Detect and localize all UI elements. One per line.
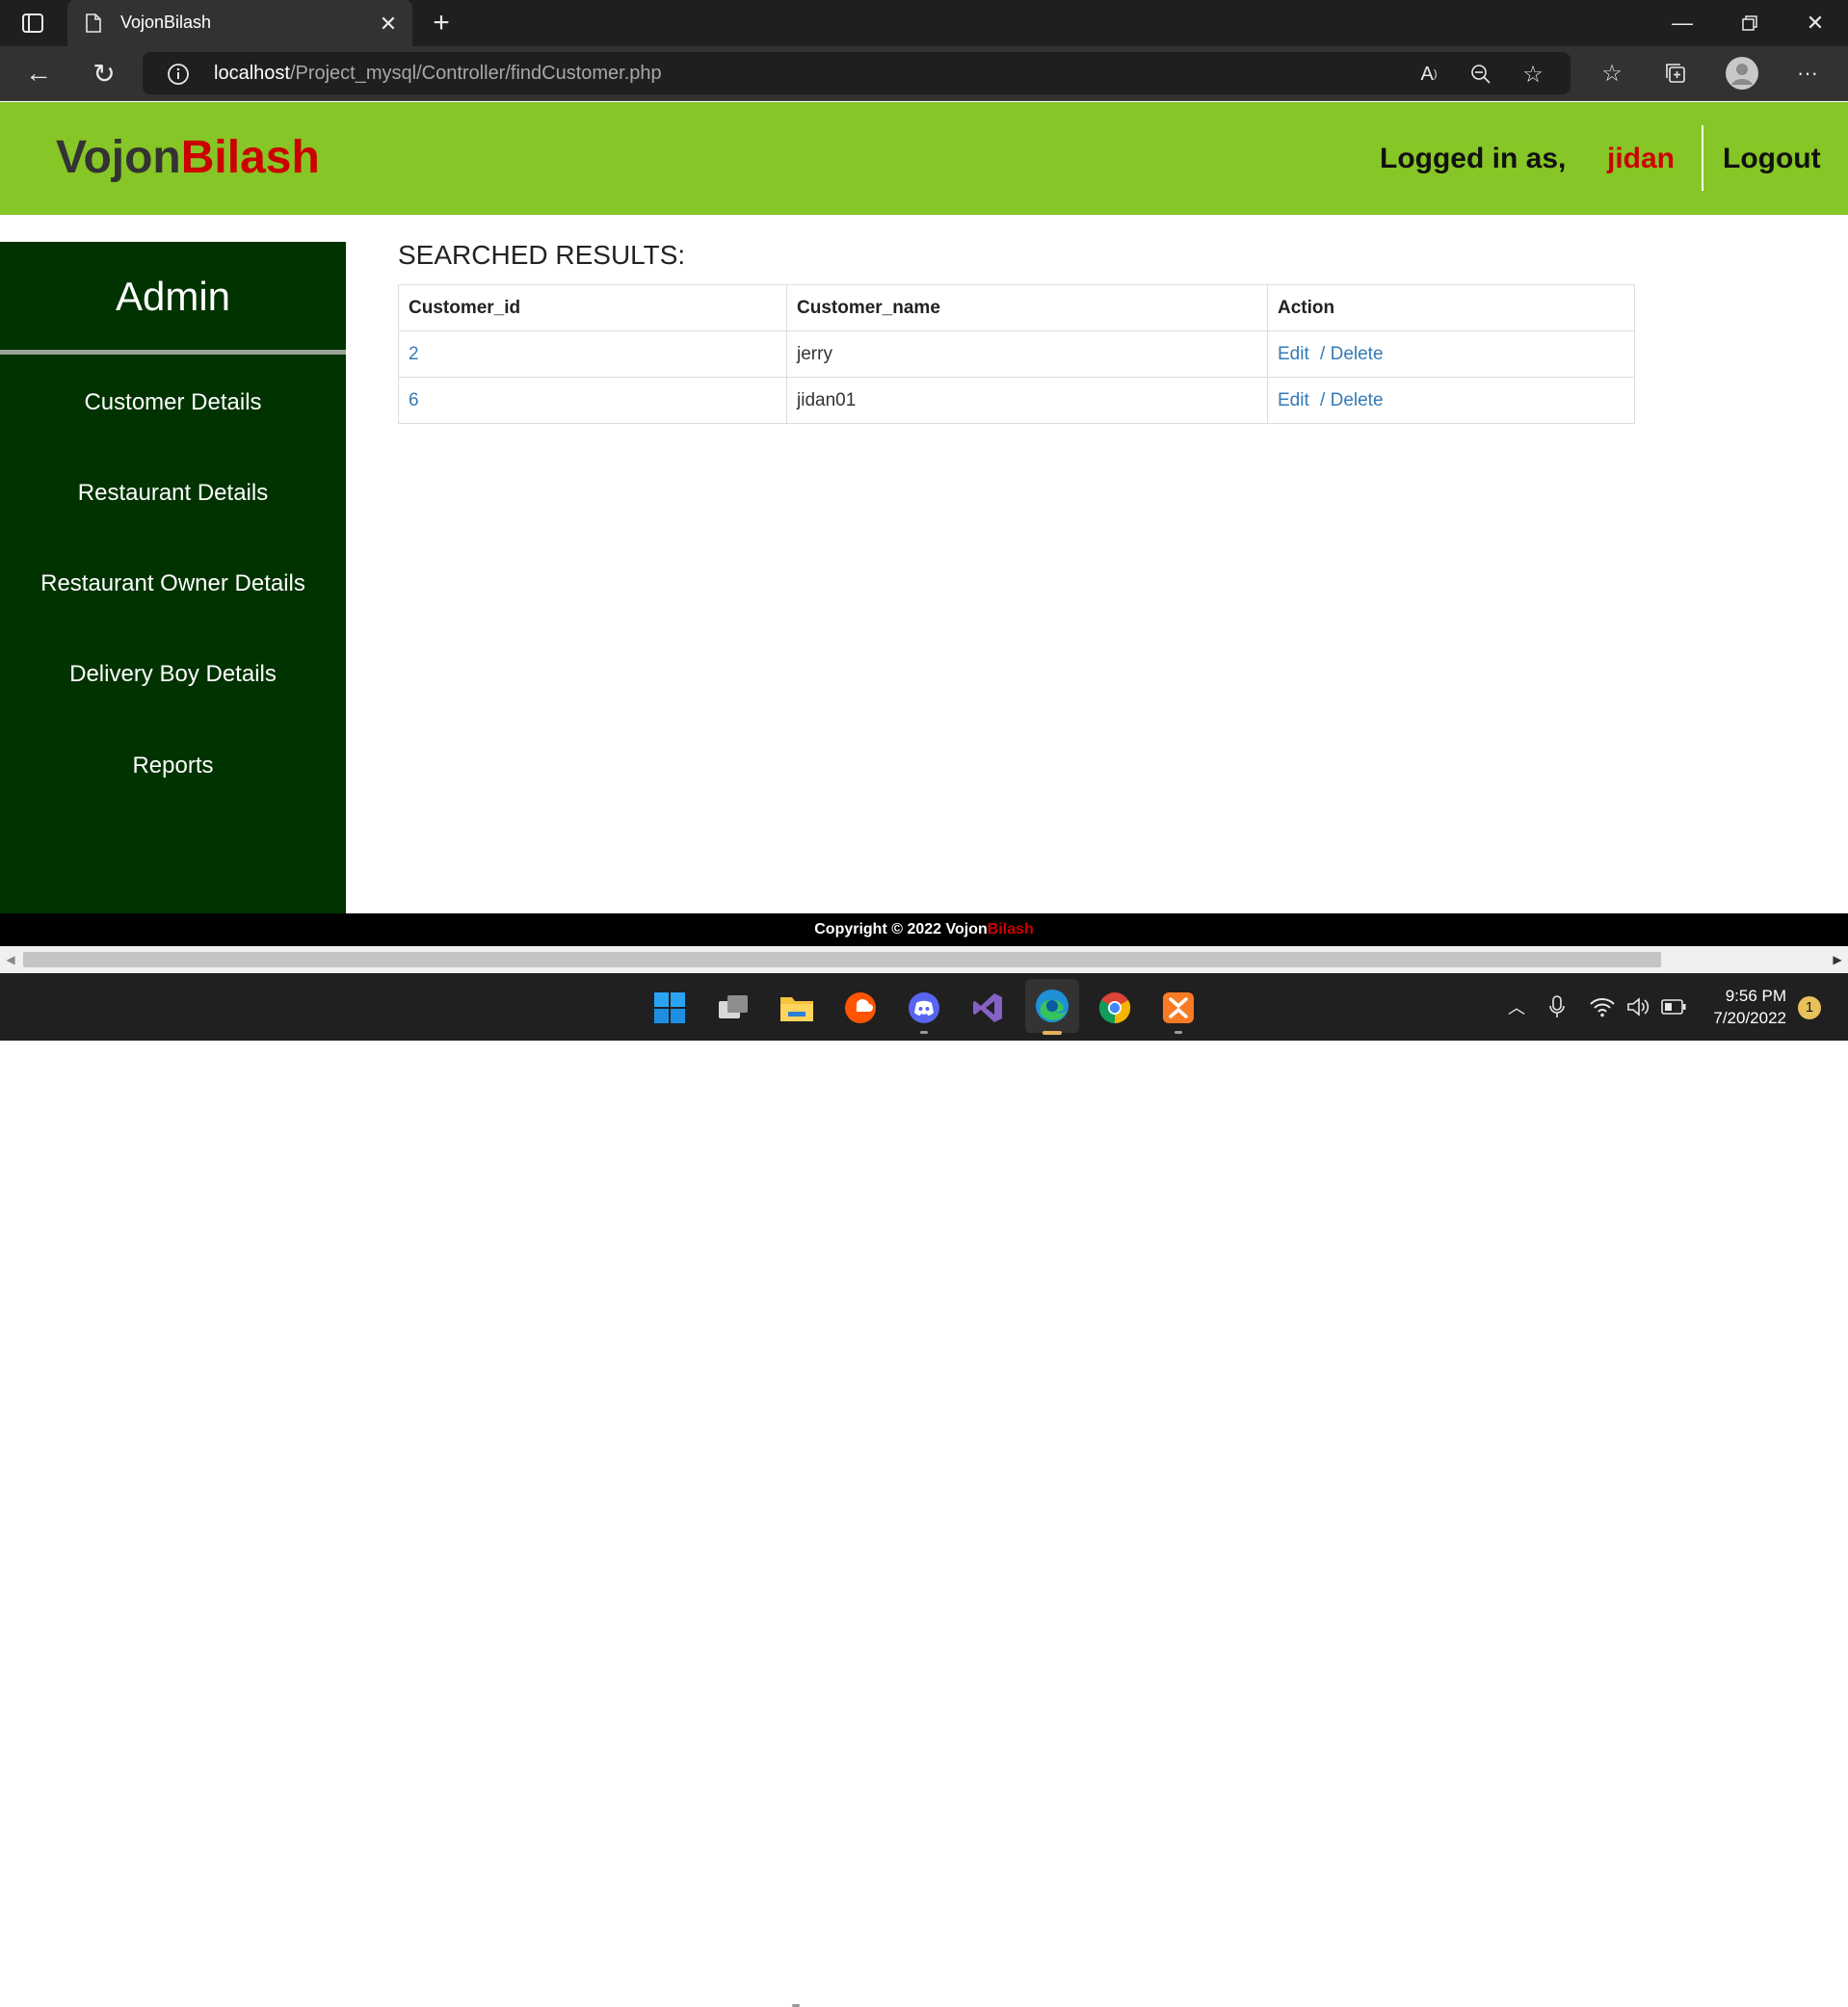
wifi-icon[interactable] <box>1588 992 1617 1021</box>
visual-studio-icon[interactable] <box>969 990 1006 1026</box>
discord-running-indicator <box>920 1031 928 1034</box>
tab-title: VojonBilash <box>120 13 212 32</box>
action-cell: Edit / Delete <box>1267 377 1635 424</box>
sidebar-item-delivery-boy-details[interactable]: Delivery Boy Details <box>0 661 346 688</box>
battery-icon[interactable] <box>1659 992 1688 1021</box>
url-path: /Project_mysql/Controller/findCustomer.p… <box>289 63 662 84</box>
customer-name-cell: jerry <box>786 330 1268 378</box>
sidebar-item-restaurant-owner-details[interactable]: Restaurant Owner Details <box>0 570 346 597</box>
action-cell: Edit / Delete <box>1267 330 1635 378</box>
chrome-icon[interactable] <box>1096 990 1133 1026</box>
column-header-customer-id: Customer_id <box>398 284 787 331</box>
task-view-icon[interactable] <box>715 990 752 1026</box>
windows-taskbar: ︿ 9:56 PM 7/20/2022 1 <box>0 973 1848 2007</box>
url-text[interactable]: localhost/Project_mysql/Controller/findC… <box>214 63 662 85</box>
footer-brand-part2: Bilash <box>987 921 1034 937</box>
back-arrow-icon[interactable]: ← <box>21 58 56 89</box>
results-table: Customer_id Customer_name Action 2 jerry… <box>398 284 1635 424</box>
customer-id-cell: 6 <box>398 377 787 424</box>
action-separator: / <box>1320 389 1326 410</box>
close-tab-icon[interactable]: ✕ <box>376 12 401 37</box>
scroll-left-icon[interactable]: ◀ <box>2 950 19 969</box>
address-bar[interactable]: localhost/Project_mysql/Controller/findC… <box>143 52 1571 94</box>
add-favorite-icon[interactable]: ☆ <box>1518 60 1547 89</box>
table-row: 2 jerry Edit / Delete <box>398 330 1635 378</box>
header-divider <box>1702 125 1703 191</box>
edit-link[interactable]: Edit <box>1278 390 1309 410</box>
copyright-text: Copyright © 2022 VojonBilash <box>0 921 1848 938</box>
scrollbar-thumb[interactable] <box>23 952 1661 967</box>
favorites-icon[interactable]: ☆ <box>1596 58 1628 89</box>
sidebar-item-restaurant-details[interactable]: Restaurant Details <box>0 480 346 507</box>
site-info-icon[interactable] <box>166 62 191 87</box>
customer-name-cell: jidan01 <box>786 377 1268 424</box>
table-header-row: Customer_id Customer_name Action <box>398 284 1635 331</box>
customer-id-cell: 2 <box>398 330 787 378</box>
customer-id-link[interactable]: 6 <box>409 390 419 410</box>
site-footer: Copyright © 2022 VojonBilash <box>0 913 1848 946</box>
admin-sidebar: Admin Customer Details Restaurant Detail… <box>0 242 346 913</box>
action-separator: / <box>1320 343 1326 364</box>
edge-active-indicator <box>1043 1031 1062 1035</box>
logo-part1: Vojon <box>56 132 181 183</box>
table-row: 6 jidan01 Edit / Delete <box>398 377 1635 424</box>
site-header: VojonBilash Logged in as, jidan Logout <box>0 102 1848 215</box>
restore-icon[interactable] <box>1734 8 1765 39</box>
clock[interactable]: 9:56 PM 7/20/2022 <box>1700 985 1786 1029</box>
edge-browser-icon[interactable] <box>1033 987 1071 1025</box>
scroll-right-icon[interactable]: ▶ <box>1829 950 1846 969</box>
refresh-icon[interactable]: ↻ <box>87 58 121 89</box>
collections-icon[interactable] <box>1659 58 1692 89</box>
notification-badge[interactable]: 1 <box>1798 996 1821 1019</box>
site-logo[interactable]: VojonBilash <box>56 131 320 184</box>
show-hidden-icons-icon[interactable]: ︿ <box>1505 994 1528 1019</box>
results-heading: SEARCHED RESULTS: <box>398 240 686 270</box>
page-icon <box>83 12 104 35</box>
tab-actions-icon[interactable] <box>17 10 48 37</box>
read-aloud-icon[interactable]: A) <box>1414 60 1443 89</box>
column-header-action: Action <box>1267 284 1635 331</box>
browser-toolbar: ← ↻ localhost/Project_mysql/Controller/f… <box>0 46 1848 101</box>
sidebar-item-customer-details[interactable]: Customer Details <box>0 389 346 416</box>
horizontal-scrollbar[interactable]: ◀ ▶ <box>0 946 1848 973</box>
volume-icon[interactable] <box>1624 992 1653 1021</box>
url-host: localhost <box>214 63 290 84</box>
xampp-running-indicator <box>1175 1031 1182 1034</box>
new-tab-icon[interactable]: + <box>426 7 457 39</box>
xampp-icon[interactable] <box>1160 990 1197 1026</box>
microphone-icon[interactable] <box>1545 992 1569 1021</box>
logout-link[interactable]: Logout <box>1723 143 1821 175</box>
copyright-prefix: Copyright © 2022 <box>814 921 946 937</box>
delete-link[interactable]: Delete <box>1331 344 1384 364</box>
browser-tab[interactable]: VojonBilash ✕ <box>67 0 412 46</box>
username: jidan <box>1607 143 1676 174</box>
logged-in-label: Logged in as, <box>1380 143 1567 174</box>
clock-time: 9:56 PM <box>1725 987 1786 1005</box>
edit-link[interactable]: Edit <box>1278 344 1309 364</box>
footer-brand-part1: Vojon <box>945 921 988 937</box>
sidebar-divider <box>0 350 346 355</box>
soundcloud-icon[interactable] <box>842 990 879 1026</box>
logo-part2: Bilash <box>180 132 320 183</box>
customer-id-link[interactable]: 2 <box>409 344 419 364</box>
sidebar-item-reports[interactable]: Reports <box>0 753 346 779</box>
file-explorer-icon[interactable] <box>779 990 815 1026</box>
clock-date: 7/20/2022 <box>1713 1009 1786 1027</box>
more-options-icon[interactable]: ··· <box>1790 58 1825 89</box>
zoom-out-icon[interactable] <box>1466 60 1495 89</box>
column-header-customer-name: Customer_name <box>786 284 1268 331</box>
sidebar-title: Admin <box>115 274 231 319</box>
browser-titlebar: VojonBilash ✕ + — ✕ <box>0 0 1848 46</box>
delete-link[interactable]: Delete <box>1331 390 1384 410</box>
minimize-icon[interactable]: — <box>1667 8 1698 39</box>
close-window-icon[interactable]: ✕ <box>1800 8 1831 39</box>
profile-avatar-icon[interactable] <box>1725 56 1759 91</box>
windows-start-icon[interactable] <box>651 990 688 1026</box>
discord-icon[interactable] <box>906 990 942 1026</box>
